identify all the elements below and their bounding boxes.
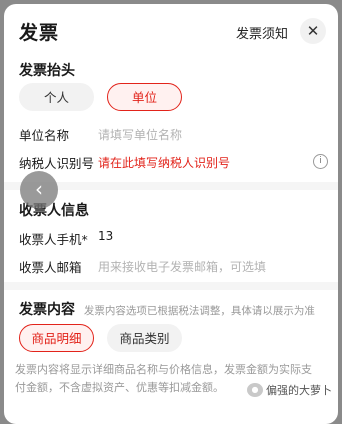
tax-id-input[interactable]: 请在此填写纳税人识别号	[98, 154, 230, 171]
sheet-header: 发票 发票须知 ✕	[19, 18, 326, 48]
section-divider	[4, 282, 338, 290]
info-icon[interactable]: i	[313, 154, 328, 169]
recipient-phone-input[interactable]: 13	[98, 229, 113, 243]
back-arrow-icon[interactable]: ‹	[20, 171, 58, 209]
invoice-content-section-label: 发票内容 发票内容选项已根据税法调整，具体请以展示为准	[19, 299, 315, 319]
content-item-category-button[interactable]: 商品类别	[107, 324, 182, 352]
watermark-text: 偏强的大萝卜	[266, 384, 332, 397]
invoice-type-company-button[interactable]: 单位	[107, 83, 182, 111]
recipient-phone-label: 收票人手机*	[19, 232, 88, 247]
company-name-input[interactable]: 请填写单位名称	[98, 126, 182, 143]
invoice-type-personal-button[interactable]: 个人	[19, 83, 94, 111]
page-title: 发票	[19, 22, 60, 44]
tax-id-label: 纳税人识别号	[19, 156, 95, 171]
recipient-email-label: 收票人邮箱	[19, 260, 82, 275]
invoice-notice-link[interactable]: 发票须知	[236, 23, 288, 42]
wechat-icon: ●	[247, 383, 263, 397]
invoice-sheet: 发票 发票须知 ✕ 发票抬头 个人 单位 单位名称 请填写单位名称 纳税人识别号…	[4, 4, 338, 424]
close-icon[interactable]: ✕	[300, 18, 326, 44]
watermark: ● 偏强的大萝卜	[247, 382, 332, 398]
invoice-title-section-label: 发票抬头	[19, 63, 75, 79]
content-item-detail-button[interactable]: 商品明细	[19, 324, 94, 352]
company-name-label: 单位名称	[19, 128, 70, 143]
invoice-content-hint: 发票内容选项已根据税法调整，具体请以展示为准	[83, 305, 315, 317]
invoice-content-title: 发票内容	[19, 302, 75, 318]
recipient-email-input[interactable]: 用来接收电子发票邮箱，可选填	[98, 258, 266, 275]
